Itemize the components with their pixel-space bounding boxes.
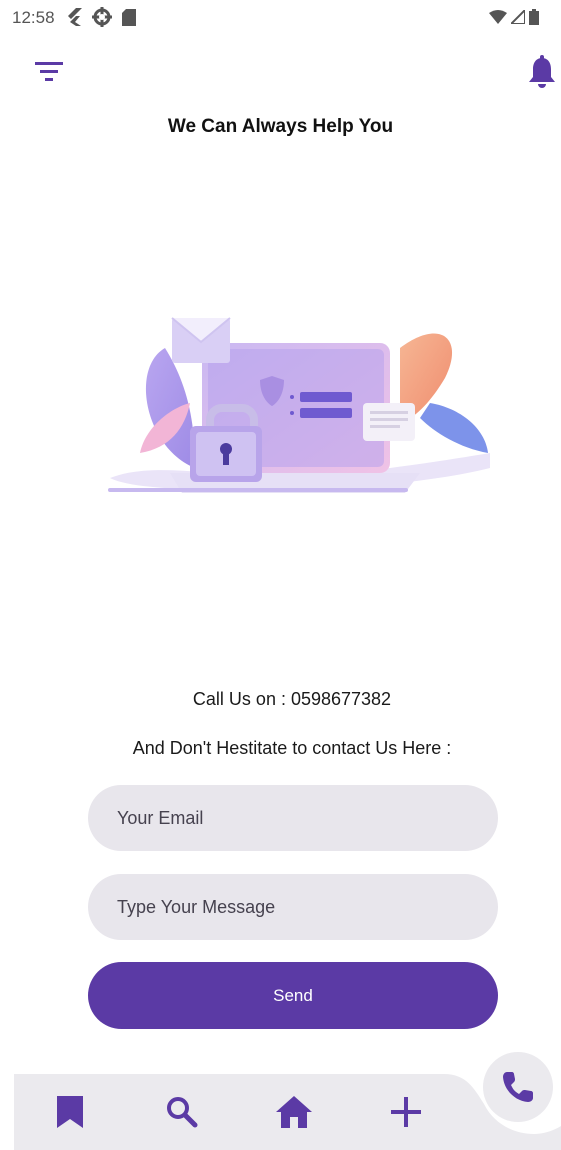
notifications-button[interactable] — [525, 55, 559, 91]
status-time: 12:58 — [12, 8, 55, 27]
settings-icon — [92, 7, 112, 27]
nav-item-home[interactable] — [272, 1090, 316, 1134]
call-button[interactable] — [483, 1052, 553, 1122]
status-icons-right — [489, 9, 539, 25]
bookmark-icon — [57, 1096, 83, 1128]
nav-item-search[interactable] — [160, 1090, 204, 1134]
home-icon — [276, 1096, 312, 1128]
email-field[interactable] — [88, 785, 498, 851]
page-title: We Can Always Help You — [167, 116, 394, 137]
status-icons-left — [66, 7, 136, 27]
bottom-navigation — [14, 1074, 561, 1150]
bell-icon — [529, 55, 555, 88]
signal-icon — [511, 10, 525, 24]
message-field[interactable] — [88, 874, 498, 940]
filter-button[interactable] — [34, 58, 64, 88]
nav-item-add[interactable] — [384, 1090, 428, 1134]
flutter-icon — [68, 8, 82, 26]
sd-card-icon — [122, 8, 136, 26]
search-icon — [167, 1097, 198, 1128]
call-us-text: Call Us on : 0598677382 — [192, 689, 392, 709]
contact-us-text: And Don't Hestitate to contact Us Here : — [132, 738, 452, 758]
security-laptop-illustration — [108, 317, 490, 493]
status-bar: 12:58 — [0, 0, 561, 36]
battery-icon — [529, 9, 539, 25]
nav-item-bookmark[interactable] — [48, 1090, 92, 1134]
filter-icon — [35, 62, 63, 81]
add-icon — [391, 1097, 421, 1127]
send-button[interactable]: Send — [88, 962, 498, 1029]
phone-icon — [503, 1072, 533, 1102]
wifi-icon — [489, 10, 507, 24]
